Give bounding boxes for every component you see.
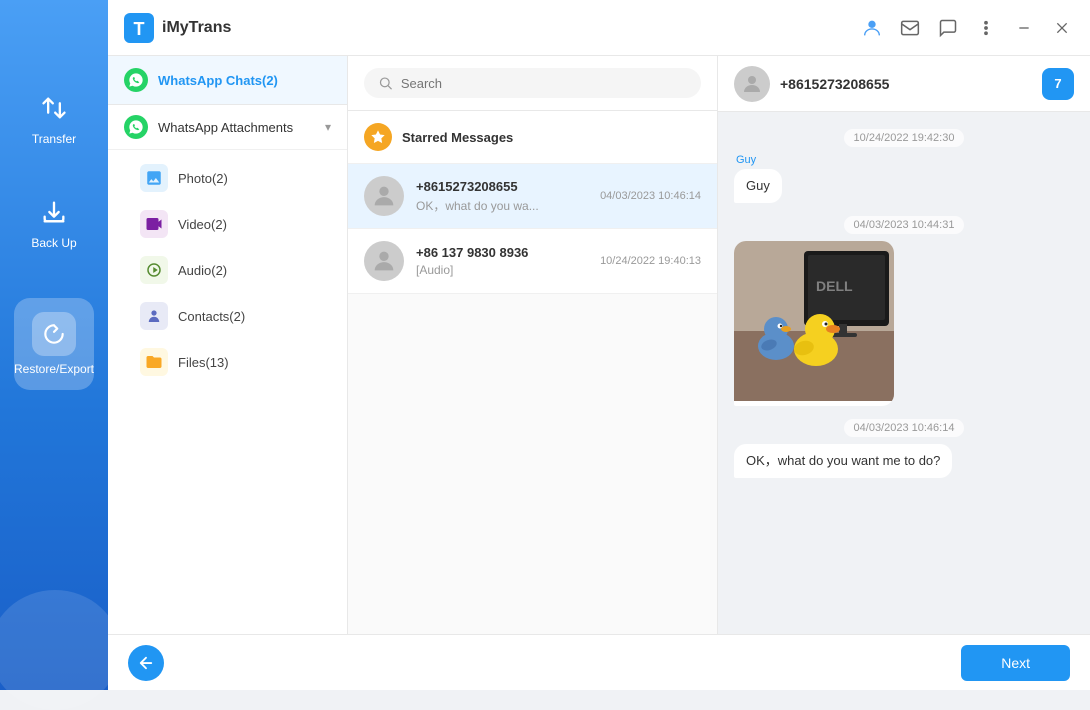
attachments-label: WhatsApp Attachments [158, 120, 325, 135]
attachment-item-files[interactable]: Files(13) [116, 340, 339, 384]
photo-label: Photo(2) [178, 171, 228, 186]
transfer-icon [34, 88, 74, 128]
audio-icon [140, 256, 168, 284]
duck-image: DELL [734, 241, 894, 401]
minimize-icon[interactable] [1012, 16, 1036, 40]
chat-header-name: +8615273208655 [780, 76, 1042, 92]
contacts-icon [140, 302, 168, 330]
whatsapp-chats-label: WhatsApp Chats(2) [158, 73, 278, 88]
chat-item-0[interactable]: +8615273208655 OK，what do you wa... 04/0… [348, 164, 717, 229]
next-button[interactable]: Next [961, 645, 1070, 681]
chat-header: +8615273208655 7 [718, 56, 1090, 112]
sidebar-decoration [0, 590, 120, 710]
main-content: WhatsApp Chats(2) WhatsApp Attachments ▾… [108, 56, 1090, 634]
chat-info-0: +8615273208655 OK，what do you wa... [416, 179, 600, 214]
restore-label: Restore/Export [14, 362, 94, 376]
chat-preview-1: [Audio] [416, 263, 600, 277]
app-logo: T [124, 13, 154, 43]
attachments-icon [124, 115, 148, 139]
files-icon [140, 348, 168, 376]
chat-avatar-1 [364, 241, 404, 281]
timestamp-1: 04/03/2023 10:44:31 [734, 215, 1074, 233]
whatsapp-chats-header[interactable]: WhatsApp Chats(2) [108, 56, 347, 105]
chat-preview-0: OK，what do you wa... [416, 197, 600, 214]
chat-info-1: +86 137 9830 8936 [Audio] [416, 245, 600, 277]
sidebar: Transfer Back Up Restore/Export [0, 0, 108, 690]
attachment-item-photo[interactable]: Photo(2) [116, 156, 339, 200]
video-label: Video(2) [178, 217, 227, 232]
titlebar-icons [860, 16, 1074, 40]
sidebar-item-backup[interactable]: Back Up [14, 184, 94, 258]
search-bar [348, 56, 717, 111]
mail-icon[interactable] [898, 16, 922, 40]
middle-panel: Starred Messages +8615273208655 OK，what … [348, 56, 718, 634]
starred-messages-row[interactable]: Starred Messages [348, 111, 717, 164]
menu-icon[interactable] [974, 16, 998, 40]
star-icon [364, 123, 392, 151]
close-icon[interactable] [1050, 16, 1074, 40]
attachment-item-video[interactable]: Video(2) [116, 202, 339, 246]
attachment-item-contacts[interactable]: Contacts(2) [116, 294, 339, 338]
user-icon[interactable] [860, 16, 884, 40]
app-title: iMyTrans [162, 19, 231, 37]
search-input[interactable] [401, 76, 687, 91]
whatsapp-chats-icon [124, 68, 148, 92]
sidebar-item-restore[interactable]: Restore/Export [14, 298, 94, 390]
chat-name-1: +86 137 9830 8936 [416, 245, 600, 260]
backup-label: Back Up [31, 236, 76, 250]
chat-name-0: +8615273208655 [416, 179, 600, 194]
chat-time-0: 04/03/2023 10:46:14 [600, 190, 701, 202]
chat-calendar-icon[interactable]: 7 [1042, 68, 1074, 100]
sender-name-guy: Guy [736, 154, 782, 166]
chat-badge-count: 7 [1054, 76, 1061, 91]
timestamp-0: 10/24/2022 19:42:30 [734, 128, 1074, 146]
chat-list: +8615273208655 OK，what do you wa... 04/0… [348, 164, 717, 634]
svg-text:DELL: DELL [816, 278, 853, 294]
starred-messages-label: Starred Messages [402, 130, 513, 145]
messages-area: 10/24/2022 19:42:30 Guy Guy 04/03/2023 1… [718, 112, 1090, 634]
msg-row-guy: Guy Guy [734, 154, 1074, 203]
msg-row-image: DELL [734, 241, 1074, 406]
msg-image-bubble: DELL [734, 241, 894, 406]
search-icon [378, 75, 393, 91]
msg-content-guy: Guy Guy [734, 154, 782, 203]
restore-icon [32, 312, 76, 356]
search-input-wrap[interactable] [364, 68, 701, 98]
back-button[interactable] [128, 645, 164, 681]
svg-text:T: T [134, 19, 145, 39]
titlebar: T iMyTrans [108, 0, 1090, 56]
bottom-bar: Next [108, 634, 1090, 690]
chat-item-1[interactable]: +86 137 9830 8936 [Audio] 10/24/2022 19:… [348, 229, 717, 294]
backup-icon [34, 192, 74, 232]
audio-label: Audio(2) [178, 263, 227, 278]
left-panel: WhatsApp Chats(2) WhatsApp Attachments ▾… [108, 56, 348, 634]
attachments-header[interactable]: WhatsApp Attachments ▾ [108, 105, 347, 150]
msg-row-text: OK，what do you want me to do? [734, 444, 1074, 478]
msg-bubble-guy: Guy [734, 169, 782, 203]
chat-header-avatar [734, 66, 770, 102]
timestamp-2: 04/03/2023 10:46:14 [734, 418, 1074, 436]
chat-icon[interactable] [936, 16, 960, 40]
right-panel: +8615273208655 7 10/24/2022 19:42:30 Guy… [718, 56, 1090, 634]
chat-time-1: 10/24/2022 19:40:13 [600, 255, 701, 267]
attachment-item-audio[interactable]: Audio(2) [116, 248, 339, 292]
video-icon [140, 210, 168, 238]
files-label: Files(13) [178, 355, 229, 370]
contacts-label: Contacts(2) [178, 309, 245, 324]
transfer-label: Transfer [32, 132, 76, 146]
attachment-items: Photo(2) Video(2) Audio(2) [108, 150, 347, 390]
photo-icon [140, 164, 168, 192]
msg-bubble-text: OK，what do you want me to do? [734, 444, 952, 478]
sidebar-item-transfer[interactable]: Transfer [14, 80, 94, 154]
chevron-down-icon: ▾ [325, 120, 331, 134]
chat-avatar-0 [364, 176, 404, 216]
